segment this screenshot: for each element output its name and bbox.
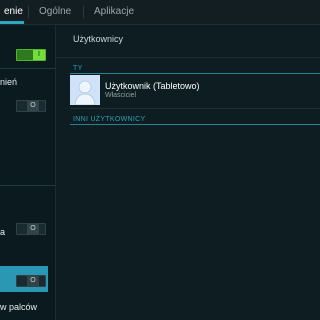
row-divider	[70, 108, 320, 109]
sidebar-divider	[0, 68, 55, 69]
sidebar-item-label-a[interactable]: a	[0, 227, 5, 237]
user-name: Użytkownik (Tabletowo)	[105, 81, 200, 91]
sidebar-item-label-palcow[interactable]: w palców	[0, 302, 37, 312]
tab-general[interactable]: Ogólne	[39, 0, 71, 24]
toggle-knob: O	[27, 224, 39, 234]
toggle-knob: I	[33, 50, 45, 60]
active-tab-indicator	[0, 21, 24, 24]
section-header-other-users: INNI UŻYTKOWNICY	[73, 116, 146, 123]
sidebar-toggle-bottom[interactable]: O	[16, 275, 46, 287]
tab-applications[interactable]: Aplikacje	[94, 0, 134, 24]
section-header-you: TY	[73, 65, 83, 72]
sidebar-toggle-a[interactable]: O	[16, 223, 46, 235]
sidebar-divider	[0, 185, 55, 186]
sidebar-item-label-nien[interactable]: nień	[0, 77, 17, 87]
users-panel: Użytkownicy TY Użytkownik (Tabletowo) Wł…	[56, 25, 320, 320]
tab-divider	[28, 6, 29, 18]
header-divider	[56, 57, 320, 58]
sidebar-toggle-top[interactable]: I	[16, 49, 46, 61]
tab-divider	[83, 6, 84, 18]
user-avatar-icon	[70, 75, 100, 105]
sidebar-toggle-nien[interactable]: O	[16, 100, 46, 112]
section-divider	[70, 124, 320, 125]
toggle-knob: O	[27, 276, 39, 286]
tab-bar: enie Ogólne Aplikacje	[0, 0, 320, 25]
settings-sidebar: I nień O a O O w palców	[0, 25, 56, 320]
page-title: Użytkownicy	[73, 34, 124, 44]
section-divider	[70, 73, 320, 74]
user-role: Właściciel	[105, 92, 137, 99]
toggle-knob: O	[27, 101, 39, 111]
user-row-owner[interactable]: Użytkownik (Tabletowo) Właściciel	[70, 75, 320, 109]
